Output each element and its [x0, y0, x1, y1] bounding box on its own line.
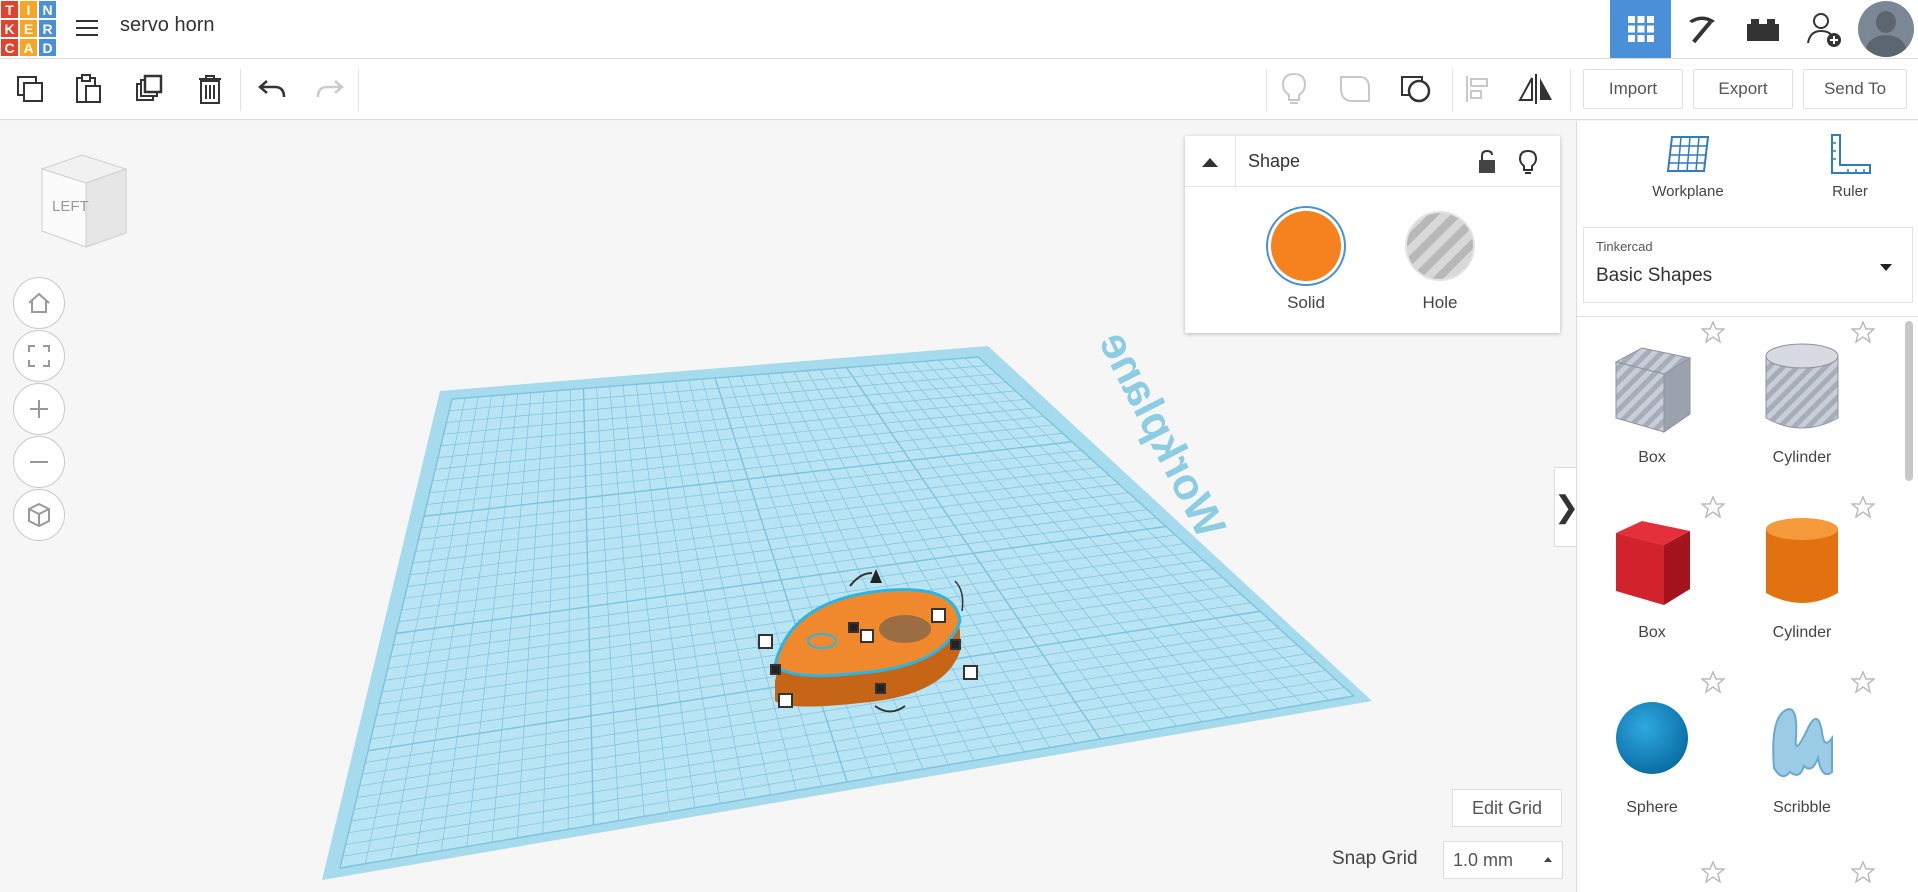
group-shape-icon [1335, 69, 1375, 109]
workplane-icon [1666, 136, 1710, 172]
copy-icon[interactable] [10, 69, 50, 109]
star-icon[interactable] [1699, 670, 1727, 698]
pickaxe-icon[interactable] [1671, 0, 1732, 58]
shape-tile-scribble[interactable]: Scribble [1727, 670, 1877, 841]
shapes-panel: Workplane Ruler Tinkercad Basic Shapes B… [1576, 121, 1918, 892]
shape-tile-cylinder-hole[interactable]: Cylinder [1727, 320, 1877, 491]
shape-tile-cylinder[interactable]: Cylinder [1727, 495, 1877, 666]
workplane-tool-label: Workplane [1652, 183, 1724, 200]
shape-label: Box [1638, 449, 1666, 466]
logo-letter: K [0, 19, 19, 38]
shape-tile-box[interactable]: Box [1577, 495, 1727, 666]
avatar[interactable] [1854, 0, 1918, 58]
solid-color-swatch[interactable] [1271, 211, 1341, 281]
hole-option[interactable]: Hole [1403, 211, 1477, 313]
edit-toolbar: Import Export Send To [0, 59, 1918, 120]
star-icon[interactable] [1849, 320, 1877, 348]
solid-option[interactable]: Solid [1269, 211, 1343, 313]
design-menu-icon[interactable] [72, 14, 102, 42]
star-icon[interactable] [1699, 320, 1727, 348]
zoom-out-icon[interactable] [13, 436, 65, 488]
workplane-tool[interactable]: Workplane [1633, 133, 1743, 200]
library-group-label: Tinkercad [1596, 239, 1653, 254]
shape-label: Sphere [1626, 799, 1678, 816]
star-icon[interactable] [1849, 860, 1877, 888]
paste-icon[interactable] [68, 69, 108, 109]
shape-label: Cylinder [1772, 449, 1832, 466]
view-cube[interactable]: LEFT [38, 151, 130, 251]
snap-grid-label: Snap Grid [1332, 848, 1418, 869]
panel-scrollbar[interactable] [1905, 321, 1913, 481]
tinkercad-logo[interactable]: T I N K E R C A D [0, 0, 57, 57]
logo-letter: T [0, 0, 19, 19]
delete-icon[interactable] [190, 69, 230, 109]
library-name: Basic Shapes [1596, 265, 1713, 286]
snap-grid-value: 1.0 mm [1453, 849, 1514, 870]
box-hole-icon [1597, 333, 1707, 443]
document-title[interactable]: servo horn [120, 14, 215, 37]
ruler-tool-label: Ruler [1832, 183, 1868, 200]
star-icon[interactable] [1699, 860, 1727, 888]
scribble-icon [1747, 683, 1857, 793]
cylinder-hole-icon [1747, 333, 1857, 443]
chevron-down-icon [1880, 264, 1892, 271]
send-to-button[interactable]: Send To [1803, 69, 1907, 109]
zoom-in-icon[interactable] [13, 383, 65, 435]
ungroup-shape-icon[interactable] [1396, 69, 1436, 109]
solid-label: Solid [1287, 293, 1325, 312]
undo-icon[interactable] [252, 69, 292, 109]
star-icon[interactable] [1849, 495, 1877, 523]
logo-letter: C [0, 38, 19, 57]
hole-pattern-swatch[interactable] [1405, 211, 1475, 281]
unlock-icon[interactable] [1476, 149, 1498, 180]
snap-grid-select[interactable]: 1.0 mm [1443, 841, 1563, 879]
star-icon[interactable] [1849, 670, 1877, 698]
logo-letter: N [38, 0, 57, 19]
projection-toggle-icon[interactable] [13, 489, 65, 541]
shape-inspector: Shape Solid Hole [1185, 136, 1560, 333]
ruler-tool[interactable]: Ruler [1795, 133, 1905, 200]
caret-up-icon [1544, 857, 1552, 862]
collapse-icon[interactable] [1185, 136, 1236, 187]
shape-label: Scribble [1773, 799, 1831, 816]
view-cube-label: LEFT [52, 198, 89, 215]
sphere-blue-icon [1597, 683, 1707, 793]
visibility-bulb-icon[interactable] [1518, 149, 1538, 180]
library-select[interactable]: Tinkercad Basic Shapes [1583, 227, 1913, 303]
logo-letter: R [38, 19, 57, 38]
logo-letter: I [19, 0, 38, 19]
align-icon [1458, 69, 1498, 109]
duplicate-icon[interactable] [130, 69, 170, 109]
fit-view-icon[interactable] [13, 330, 65, 382]
add-user-icon[interactable] [1793, 0, 1854, 58]
logo-letter: E [19, 19, 38, 38]
home-view-icon[interactable] [13, 277, 65, 329]
hole-label: Hole [1422, 293, 1458, 312]
shape-label: Box [1638, 624, 1666, 641]
star-icon[interactable] [1699, 495, 1727, 523]
import-button[interactable]: Import [1583, 69, 1683, 109]
top-nav [1610, 0, 1918, 58]
top-bar: T I N K E R C A D servo horn [0, 0, 1918, 59]
logo-letter: A [19, 38, 38, 57]
3d-viewport[interactable]: Workplane LEFT Shape Solid Hole Edit Gri… [0, 121, 1579, 892]
inspector-title: Shape [1248, 151, 1301, 171]
redo-icon [310, 69, 350, 109]
logo-letter: D [38, 38, 57, 57]
inspector-header: Shape [1185, 136, 1560, 187]
box-red-icon [1597, 508, 1707, 618]
mirror-icon[interactable] [1516, 69, 1556, 109]
edit-grid-button[interactable]: Edit Grid [1452, 789, 1562, 827]
shape-label: Cylinder [1772, 624, 1832, 641]
ruler-icon [1831, 134, 1871, 174]
show-all-bulb-icon [1274, 69, 1314, 109]
3d-design-view-icon[interactable] [1610, 0, 1671, 58]
bricks-icon[interactable] [1732, 0, 1793, 58]
panel-toggle-chevron-icon[interactable]: ❯ [1554, 467, 1579, 547]
export-button[interactable]: Export [1693, 69, 1793, 109]
shape-tile-sphere[interactable]: Sphere [1577, 670, 1727, 841]
cylinder-orange-icon [1747, 508, 1857, 618]
shape-tile-box-hole[interactable]: Box [1577, 320, 1727, 491]
